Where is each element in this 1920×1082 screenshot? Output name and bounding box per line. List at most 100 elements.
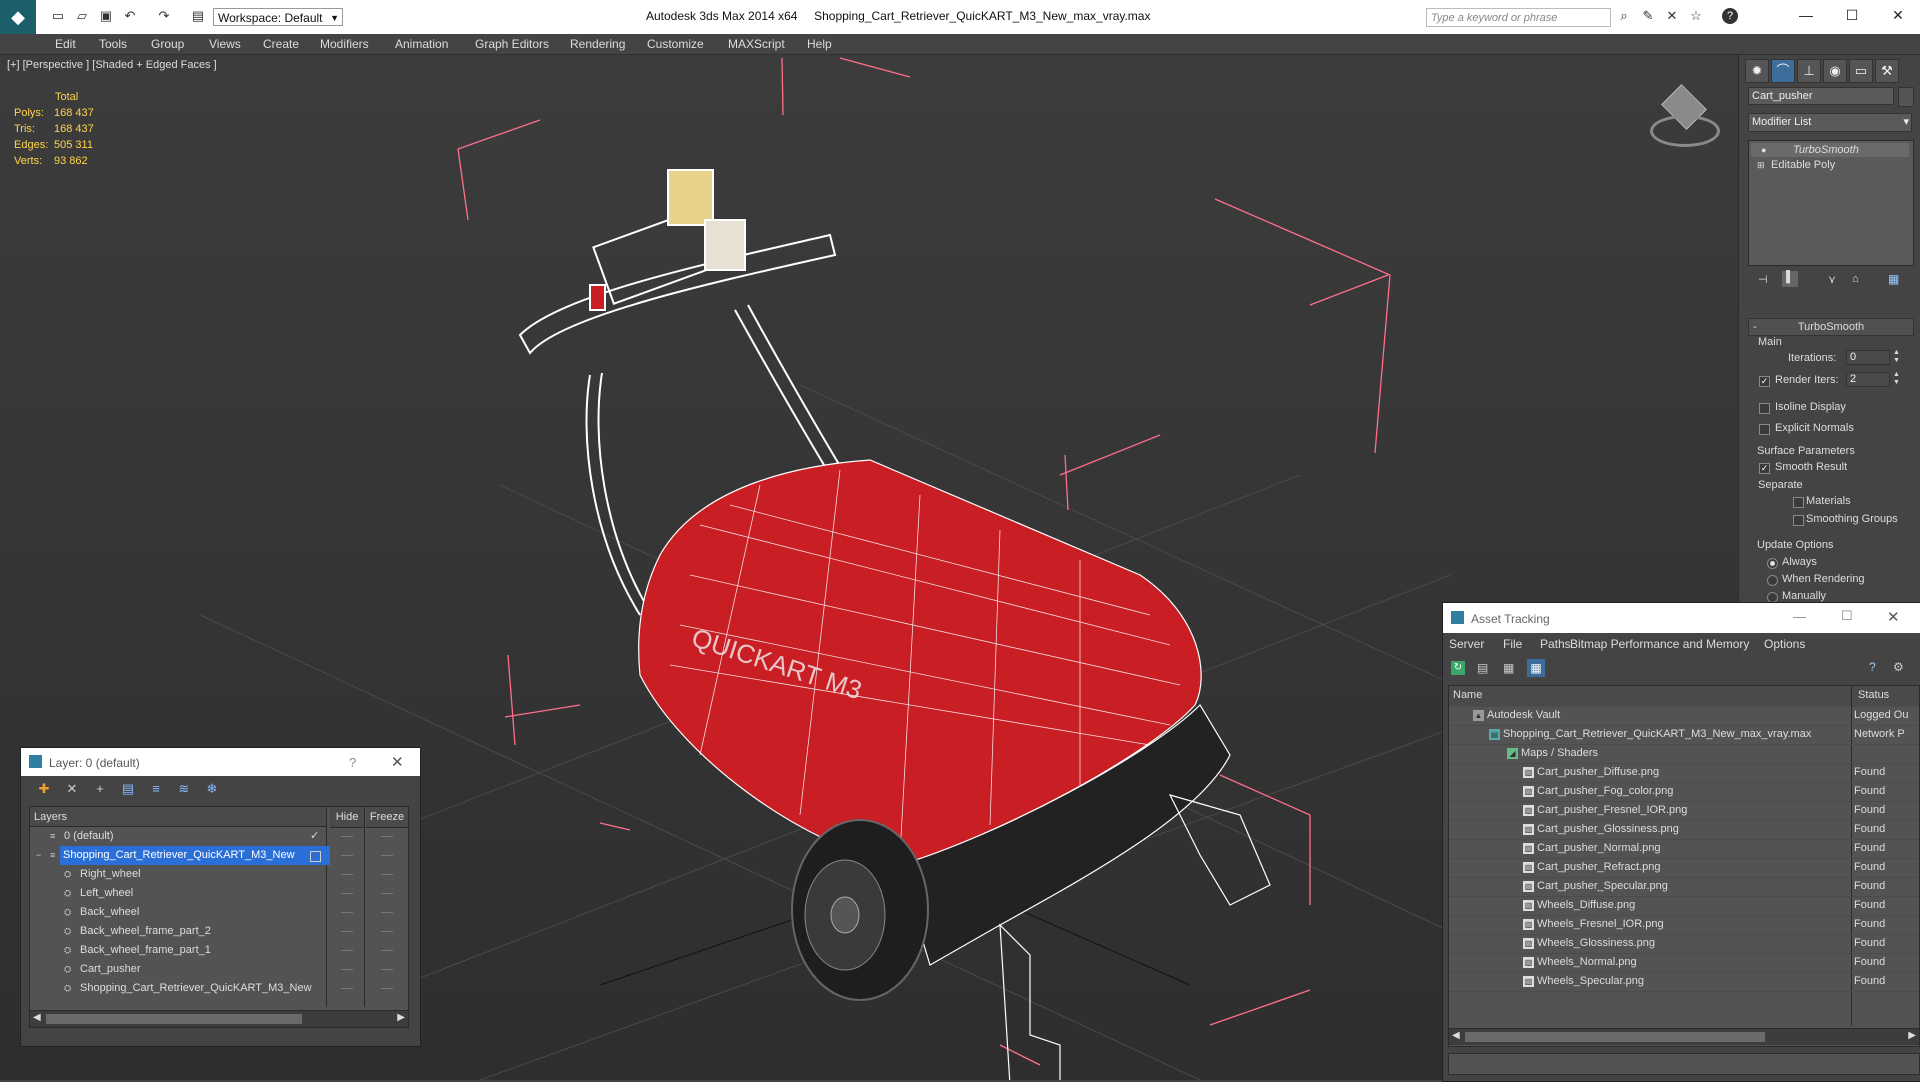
asset-row-bitmap[interactable]: ▧ Cart_pusher_Fog_color.png Found	[1449, 782, 1919, 802]
hide-all-icon[interactable]: ≋	[175, 781, 193, 797]
hierarchy-tab-icon[interactable]: ⊥	[1797, 59, 1821, 83]
maximize-icon[interactable]: ☐	[1841, 608, 1853, 624]
motion-tab-icon[interactable]: ◉	[1823, 59, 1847, 83]
settings-icon[interactable]: ⚙	[1893, 660, 1904, 674]
bulb-icon[interactable]: ●	[1761, 143, 1766, 157]
menu-modifiers[interactable]: Modifiers	[320, 37, 369, 51]
layer-object-row[interactable]: ⛭ Back_wheel	[30, 903, 408, 922]
refresh-icon[interactable]: ↻	[1451, 661, 1465, 675]
help-icon[interactable]: ?	[1722, 8, 1738, 24]
select-objects-icon[interactable]: ▤	[119, 781, 137, 797]
create-tab-icon[interactable]: ✹	[1745, 59, 1769, 83]
list-view-icon[interactable]: ▤	[1477, 661, 1488, 675]
pin-stack-icon[interactable]: ⊣	[1758, 273, 1768, 286]
asset-row-bitmap[interactable]: ▧ Cart_pusher_Glossiness.png Found	[1449, 820, 1919, 840]
stack-item-turbosmooth[interactable]: ● TurboSmooth	[1751, 143, 1909, 157]
undo-icon[interactable]: ↶	[122, 8, 138, 24]
create-layer-icon[interactable]: ✚	[35, 781, 53, 797]
layer-object-row[interactable]: ⛭ Shopping_Cart_Retriever_QuicKART_M3_New	[30, 979, 408, 998]
configure-sets-icon[interactable]: ▦	[1888, 272, 1899, 286]
asset-row-maps-folder[interactable]: ◢ Maps / Shaders	[1449, 744, 1919, 764]
asset-row-bitmap[interactable]: ▧ Wheels_Diffuse.png Found	[1449, 896, 1919, 916]
binoculars-icon[interactable]: ⌕	[1616, 8, 1632, 24]
asset-table[interactable]: Name Status ▲ Autodesk Vault Logged Ou ▤ Sh…	[1448, 685, 1920, 1047]
turbosmooth-rollout-title[interactable]: - TurboSmooth	[1748, 318, 1914, 336]
asset-row-bitmap[interactable]: ▧ Cart_pusher_Diffuse.png Found	[1449, 763, 1919, 783]
stack-item-editable-poly[interactable]: ⊞ Editable Poly	[1751, 158, 1909, 172]
menu-create[interactable]: Create	[263, 37, 299, 51]
always-radio[interactable]	[1767, 558, 1778, 569]
layer-object-row[interactable]: ⛭ Cart_pusher	[30, 960, 408, 979]
add-to-layer-icon[interactable]: +	[91, 781, 109, 797]
asset-row-vault[interactable]: ▲ Autodesk Vault Logged Ou	[1449, 706, 1919, 726]
spinner-arrows-icon[interactable]: ▲ ▼	[1893, 349, 1900, 365]
menu-edit[interactable]: Edit	[55, 37, 76, 51]
iterations-spinner[interactable]: 0	[1846, 350, 1890, 365]
expand-icon[interactable]: −	[36, 850, 46, 860]
layer-object-row[interactable]: ⛭ Back_wheel_frame_part_2	[30, 922, 408, 941]
highlight-layer-icon[interactable]: ≡	[147, 781, 165, 797]
asset-path-field[interactable]	[1448, 1053, 1920, 1075]
menu-rendering[interactable]: Rendering	[570, 37, 625, 51]
horizontal-scrollbar[interactable]: ◀ ▶	[1449, 1028, 1919, 1045]
col-hide[interactable]: Hide	[330, 807, 364, 828]
menu-group[interactable]: Group	[151, 37, 184, 51]
smooth-result-checkbox[interactable]: ✓	[1759, 463, 1770, 474]
help-icon[interactable]: ?	[349, 755, 356, 770]
menu-paths[interactable]: Paths	[1540, 637, 1571, 651]
menu-animation[interactable]: Animation	[395, 37, 448, 51]
explicit-normals-checkbox[interactable]	[1759, 424, 1770, 435]
layer-table[interactable]: Layers Hide Freeze ≡ 0 (default) ✓ − ≡ S…	[29, 806, 409, 1028]
scroll-left-icon[interactable]: ◀	[33, 1012, 41, 1023]
menu-help[interactable]: Help	[807, 37, 832, 51]
col-freeze[interactable]: Freeze	[366, 807, 408, 828]
layer-object-row[interactable]: ⛭ Back_wheel_frame_part_1	[30, 941, 408, 960]
modify-tab-icon[interactable]: ⌒	[1771, 59, 1795, 83]
col-status[interactable]: Status	[1858, 686, 1920, 705]
asset-row-bitmap[interactable]: ▧ Wheels_Normal.png Found	[1449, 953, 1919, 973]
subscription-icon[interactable]: ✎	[1640, 8, 1656, 24]
modifier-list-dropdown[interactable]: Modifier List ▾	[1748, 113, 1912, 132]
expand-icon[interactable]: ⊞	[1757, 158, 1765, 172]
search-input[interactable]: Type a keyword or phrase	[1426, 8, 1611, 27]
utilities-tab-icon[interactable]: ⚒	[1875, 59, 1899, 83]
render-iters-checkbox[interactable]: ✓	[1759, 376, 1770, 387]
modifier-stack[interactable]: ● TurboSmooth ⊞ Editable Poly	[1748, 140, 1914, 266]
menu-customize[interactable]: Customize	[647, 37, 704, 51]
redo-icon[interactable]: ↷	[156, 8, 172, 24]
make-unique-icon[interactable]: ⋎	[1828, 273, 1836, 286]
asset-row-bitmap[interactable]: ▧ Cart_pusher_Refract.png Found	[1449, 858, 1919, 878]
horizontal-scrollbar[interactable]: ◀ ▶	[30, 1010, 408, 1027]
layer-object-row[interactable]: ⛭ Left_wheel	[30, 884, 408, 903]
app-logo-icon[interactable]: ◆	[0, 0, 36, 34]
project-folder-icon[interactable]: ▤	[190, 8, 206, 24]
communication-icon[interactable]: ✕	[1664, 8, 1680, 24]
object-name-field[interactable]: Cart_pusher	[1748, 87, 1894, 105]
asset-window-titlebar[interactable]: Asset Tracking — ☐ ✕	[1443, 603, 1920, 633]
display-tab-icon[interactable]: ▭	[1849, 59, 1873, 83]
minimize-icon[interactable]: —	[1786, 4, 1826, 26]
scroll-thumb[interactable]	[46, 1014, 302, 1024]
set-current-layer-icon[interactable]	[310, 851, 321, 862]
when-rendering-radio[interactable]	[1767, 575, 1778, 586]
object-color-swatch[interactable]	[1898, 87, 1914, 107]
favorites-star-icon[interactable]: ☆	[1688, 8, 1704, 24]
asset-row-bitmap[interactable]: ▧ Wheels_Specular.png Found	[1449, 972, 1919, 992]
current-layer-checkmark-icon[interactable]: ✓	[310, 827, 319, 846]
render-iters-spinner[interactable]: 2	[1846, 372, 1890, 387]
materials-checkbox[interactable]	[1793, 497, 1804, 508]
layer-window-titlebar[interactable]: Layer: 0 (default) ? ✕	[21, 748, 420, 776]
col-layers[interactable]: Layers	[30, 807, 326, 827]
scroll-left-icon[interactable]: ◀	[1452, 1030, 1460, 1041]
isoline-checkbox[interactable]	[1759, 403, 1770, 414]
menu-bitmap-performance[interactable]: Bitmap Performance and Memory	[1570, 637, 1749, 651]
new-file-icon[interactable]: ▭	[50, 8, 66, 24]
remove-modifier-icon[interactable]: ⌂	[1852, 273, 1859, 285]
menu-views[interactable]: Views	[209, 37, 241, 51]
spinner-arrows-icon[interactable]: ▲ ▼	[1893, 371, 1900, 387]
menu-file[interactable]: File	[1503, 637, 1522, 651]
detail-view-icon[interactable]: ▦	[1503, 661, 1514, 675]
freeze-all-icon[interactable]: ❄	[203, 781, 221, 797]
scroll-right-icon[interactable]: ▶	[1908, 1030, 1916, 1041]
delete-layer-icon[interactable]: ✕	[63, 781, 81, 797]
